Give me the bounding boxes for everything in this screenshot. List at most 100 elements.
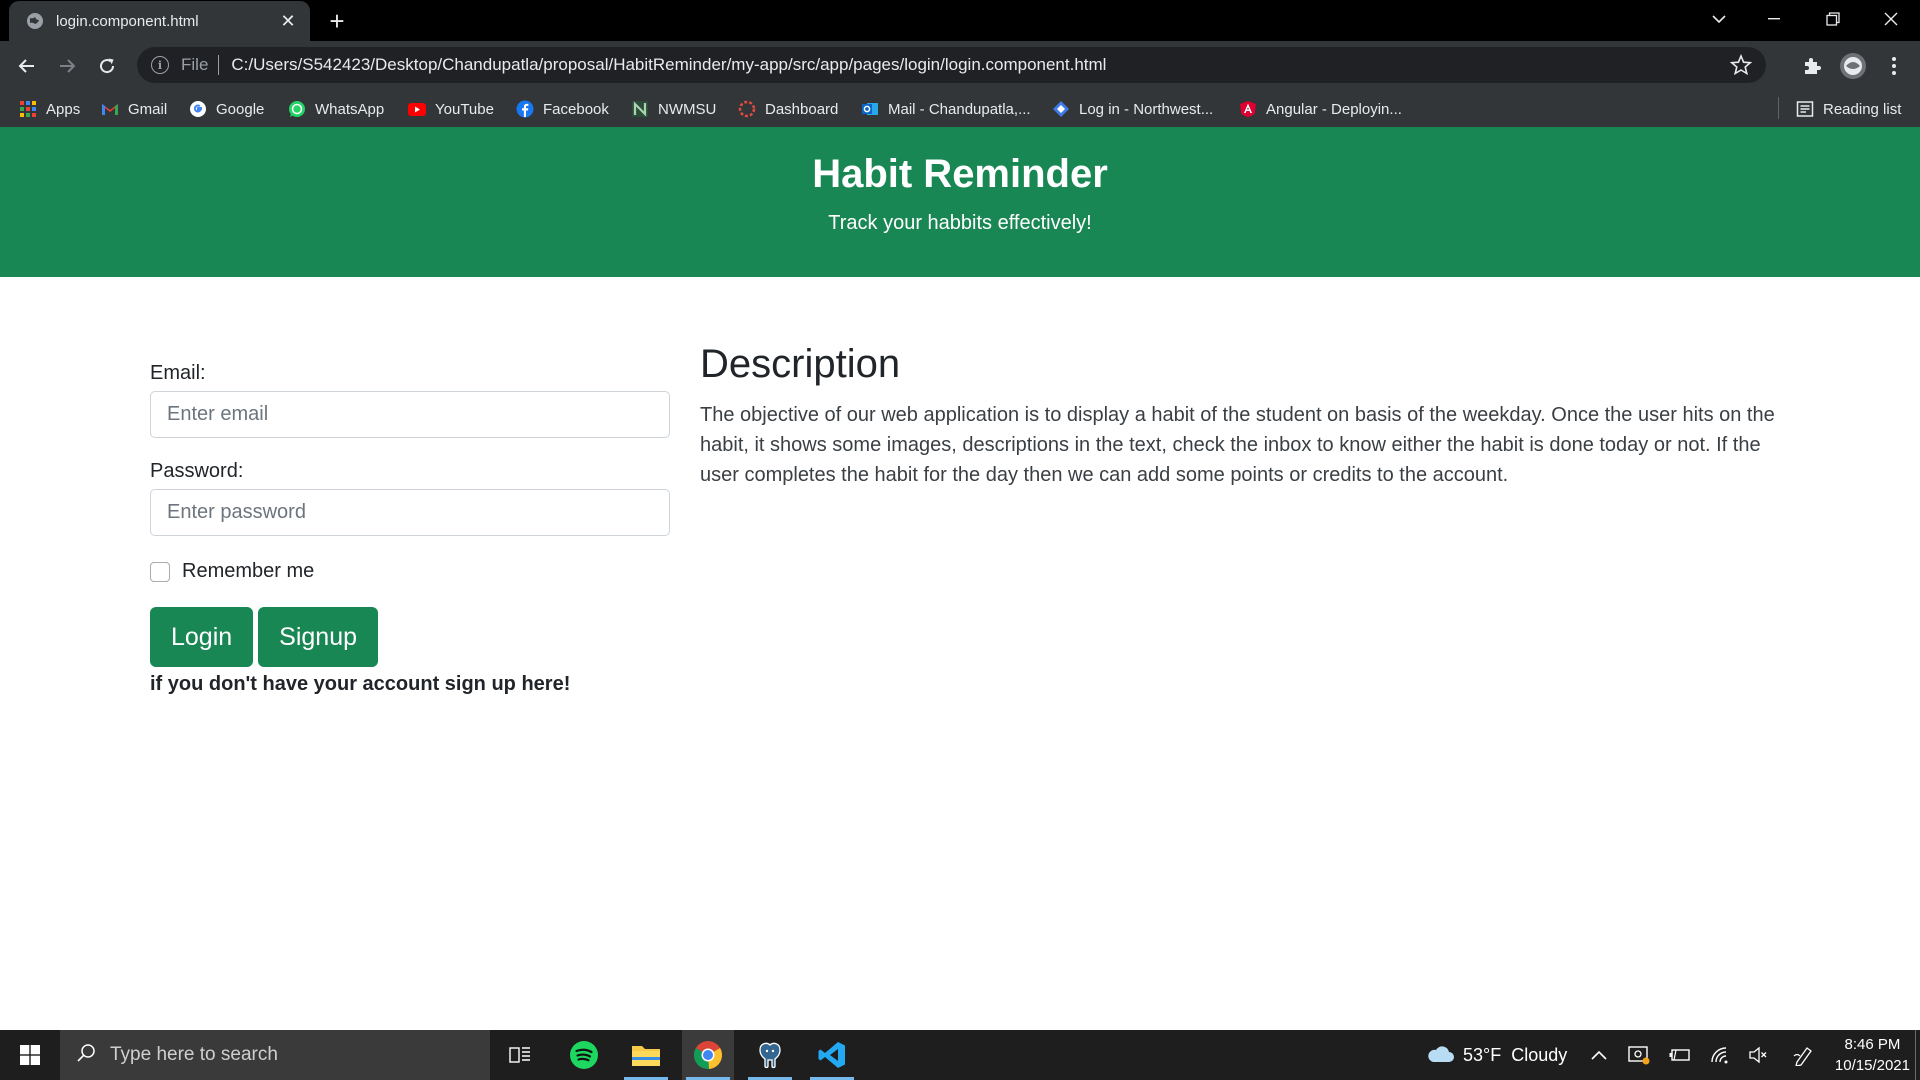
description-section: Description The objective of our web app… bbox=[700, 340, 1780, 490]
page-subtitle: Track your habbits effectively! bbox=[828, 212, 1092, 234]
password-field[interactable] bbox=[150, 489, 670, 536]
gmail-icon bbox=[101, 100, 119, 118]
hero-banner: Habit Reminder Track your habbits effect… bbox=[0, 127, 1920, 277]
windows-taskbar: Type here to search 53°F Cloudy 8:46 PM … bbox=[0, 1030, 1920, 1080]
close-tab-icon[interactable]: ✕ bbox=[278, 11, 298, 32]
security-tray-icon[interactable] bbox=[1628, 1030, 1650, 1080]
search-placeholder: Type here to search bbox=[110, 1044, 278, 1065]
pen-workspace-icon[interactable] bbox=[1793, 1030, 1815, 1080]
bookmarks-bar: Apps Gmail Google WhatsApp YouTube Faceb… bbox=[0, 90, 1920, 127]
browser-tab-strip: login.component.html ✕ + bbox=[0, 0, 1920, 41]
bookmark-label: Mail - Chandupatla,... bbox=[888, 100, 1031, 118]
dashboard-icon bbox=[738, 100, 756, 118]
weather-temp: 53°F bbox=[1463, 1044, 1502, 1065]
bookmark-facebook[interactable]: Facebook bbox=[516, 98, 609, 120]
angular-icon bbox=[1239, 100, 1257, 118]
reload-icon[interactable] bbox=[93, 52, 121, 80]
tab-title: login.component.html bbox=[56, 12, 199, 30]
email-field[interactable] bbox=[150, 391, 670, 438]
clock-time: 8:46 PM bbox=[1844, 1036, 1901, 1053]
bookmark-dashboard[interactable]: Dashboard bbox=[738, 98, 838, 120]
new-tab-button[interactable]: + bbox=[324, 8, 350, 34]
browser-tab[interactable]: login.component.html ✕ bbox=[9, 1, 310, 41]
nwmsu-icon bbox=[631, 100, 649, 118]
bookmark-google[interactable]: Google bbox=[189, 98, 264, 120]
remember-me-label[interactable]: Remember me bbox=[182, 560, 314, 583]
reading-list-icon bbox=[1796, 100, 1814, 118]
signup-hint: if you don't have your account sign up h… bbox=[150, 673, 571, 695]
email-label: Email: bbox=[150, 362, 206, 384]
file-explorer-icon[interactable] bbox=[620, 1030, 672, 1080]
apps-grid-icon bbox=[19, 100, 37, 118]
windows-start-icon[interactable] bbox=[0, 1030, 60, 1080]
page-title: Habit Reminder bbox=[812, 152, 1108, 196]
bookmark-label: Apps bbox=[46, 100, 81, 118]
login-button[interactable]: Login bbox=[150, 607, 254, 667]
password-label: Password: bbox=[150, 460, 244, 482]
bookmark-nwmsu[interactable]: NWMSU bbox=[631, 98, 716, 120]
forward-arrow-icon[interactable] bbox=[53, 52, 81, 80]
reading-list-label: Reading list bbox=[1823, 100, 1902, 118]
remember-me-checkbox[interactable] bbox=[150, 561, 170, 582]
google-icon bbox=[189, 100, 207, 118]
taskbar-search-box[interactable]: Type here to search bbox=[60, 1030, 490, 1080]
show-hidden-icons[interactable] bbox=[1591, 1030, 1607, 1080]
description-heading: Description bbox=[700, 342, 901, 386]
bookmark-login-northwest[interactable]: Log in - Northwest... bbox=[1052, 98, 1213, 120]
remember-me-row: Remember me bbox=[150, 560, 670, 583]
restore-icon[interactable] bbox=[1821, 7, 1845, 31]
info-icon[interactable]: i bbox=[151, 56, 169, 74]
login-diamond-icon bbox=[1052, 100, 1070, 118]
bookmark-angular[interactable]: Angular - Deployin... bbox=[1239, 98, 1402, 120]
address-bar[interactable]: i File C:/Users/S542423/Desktop/Chandupa… bbox=[137, 47, 1766, 83]
bookmark-label: Facebook bbox=[543, 100, 609, 118]
clock-date: 10/15/2021 bbox=[1834, 1057, 1910, 1074]
close-window-icon[interactable] bbox=[1879, 7, 1903, 31]
signup-button[interactable]: Signup bbox=[258, 607, 379, 667]
url-scheme: File bbox=[181, 55, 209, 74]
browser-toolbar: i File C:/Users/S542423/Desktop/Chandupa… bbox=[0, 41, 1920, 90]
taskbar-clock[interactable]: 8:46 PM 10/15/2021 bbox=[1835, 1034, 1910, 1076]
search-icon bbox=[76, 1043, 96, 1068]
task-view-icon[interactable] bbox=[494, 1030, 546, 1080]
login-form: Email: Password: Remember me Login Signu… bbox=[150, 362, 670, 696]
outlook-icon bbox=[861, 100, 879, 118]
show-desktop-button[interactable] bbox=[1915, 1030, 1920, 1080]
bookmark-gmail[interactable]: Gmail bbox=[101, 98, 167, 120]
tab-search-icon[interactable] bbox=[1707, 7, 1731, 31]
bookmark-label: NWMSU bbox=[658, 100, 717, 118]
chrome-icon[interactable] bbox=[682, 1030, 734, 1080]
bookmark-label: Angular - Deployin... bbox=[1266, 100, 1402, 118]
bookmark-star-icon[interactable] bbox=[1729, 53, 1753, 81]
back-arrow-icon[interactable] bbox=[13, 52, 41, 80]
bookmark-apps[interactable]: Apps bbox=[19, 98, 80, 120]
bookmark-label: WhatsApp bbox=[315, 100, 385, 118]
bookmark-youtube[interactable]: YouTube bbox=[408, 98, 494, 120]
extensions-puzzle-icon[interactable] bbox=[1797, 51, 1827, 81]
wifi-icon[interactable] bbox=[1710, 1030, 1730, 1080]
bookmark-whatsapp[interactable]: WhatsApp bbox=[288, 98, 384, 120]
facebook-icon bbox=[516, 100, 534, 118]
form-buttons: Login Signup bbox=[150, 607, 670, 667]
youtube-icon bbox=[408, 100, 426, 118]
weather-widget[interactable]: 53°F Cloudy bbox=[1425, 1030, 1567, 1080]
volume-muted-icon[interactable] bbox=[1748, 1030, 1768, 1080]
battery-icon[interactable] bbox=[1669, 1030, 1691, 1080]
postgresql-icon[interactable] bbox=[744, 1030, 796, 1080]
spotify-icon[interactable] bbox=[558, 1030, 610, 1080]
bookmark-label: Log in - Northwest... bbox=[1079, 100, 1214, 118]
vscode-icon[interactable] bbox=[806, 1030, 858, 1080]
reading-list-button[interactable]: Reading list bbox=[1796, 98, 1901, 120]
more-menu-icon[interactable] bbox=[1879, 51, 1909, 81]
profile-avatar-icon[interactable] bbox=[1838, 51, 1868, 81]
url-text[interactable]: C:/Users/S542423/Desktop/Chandupatla/pro… bbox=[231, 55, 1106, 75]
bookmarks-divider bbox=[1778, 97, 1779, 119]
globe-icon bbox=[26, 12, 44, 30]
cloud-icon bbox=[1425, 1042, 1455, 1069]
minimize-icon[interactable] bbox=[1762, 7, 1786, 31]
weather-condition: Cloudy bbox=[1511, 1044, 1568, 1065]
url-divider bbox=[218, 55, 220, 75]
whatsapp-icon bbox=[288, 100, 306, 118]
bookmark-mail[interactable]: Mail - Chandupatla,... bbox=[861, 98, 1031, 120]
bookmark-label: Google bbox=[216, 100, 265, 118]
